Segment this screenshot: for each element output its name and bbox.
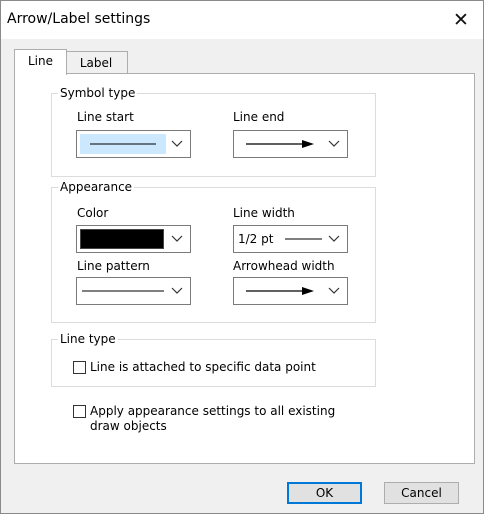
apply-checkbox-label-line1: Apply appearance settings to all existin… (90, 404, 336, 418)
apply-checkbox[interactable] (73, 405, 86, 418)
appearance-group: Appearance Color Line width 1/2 pt Line … (51, 180, 376, 323)
arrow-line-icon (246, 140, 314, 148)
line-start-label: Line start (77, 110, 134, 124)
plain-line-icon (90, 143, 156, 145)
attached-checkbox[interactable] (73, 361, 86, 374)
line-type-group: Line type Line is attached to specific d… (51, 332, 376, 387)
line-start-dropdown[interactable] (76, 130, 191, 158)
line-width-value: 1/2 pt (238, 232, 274, 246)
color-label: Color (77, 206, 109, 220)
apply-checkbox-label-line2: draw objects (90, 419, 167, 433)
solid-line-icon (82, 290, 164, 292)
line-tab-panel: Symbol type Line start Line end Appearan… (14, 73, 475, 464)
chevron-down-icon (326, 282, 342, 300)
dialog-title: Arrow/Label settings (7, 11, 151, 27)
line-start-value (80, 134, 166, 154)
line-pattern-label: Line pattern (77, 259, 150, 273)
ok-button[interactable]: OK (287, 482, 362, 504)
line-end-dropdown[interactable] (233, 130, 348, 158)
arrowhead-width-dropdown[interactable] (233, 277, 348, 305)
line-width-dropdown[interactable]: 1/2 pt (233, 225, 348, 253)
line-pattern-dropdown[interactable] (76, 277, 191, 305)
apply-checkbox-label[interactable]: Apply appearance settings to all existin… (90, 404, 335, 434)
tab-label[interactable]: Label (65, 51, 128, 74)
tab-line[interactable]: Line (14, 49, 67, 75)
line-end-label: Line end (233, 110, 285, 124)
line-sample-icon (285, 238, 322, 240)
title-bar: Arrow/Label settings ✕ (1, 1, 483, 39)
arrowhead-width-label: Arrowhead width (233, 259, 335, 273)
chevron-down-icon (169, 230, 185, 248)
close-icon: ✕ (453, 9, 469, 31)
line-type-title: Line type (58, 332, 118, 346)
color-swatch (80, 229, 164, 249)
arrow-line-icon (246, 287, 314, 295)
cancel-button[interactable]: Cancel (384, 482, 459, 504)
arrowhead-width-value (237, 281, 323, 301)
symbol-type-title: Symbol type (58, 86, 138, 100)
apply-checkbox-row[interactable]: Apply appearance settings to all existin… (73, 404, 335, 434)
chevron-down-icon (169, 135, 185, 153)
attached-checkbox-row[interactable]: Line is attached to specific data point (73, 360, 316, 375)
appearance-title: Appearance (58, 180, 135, 194)
symbol-type-group: Symbol type Line start Line end (51, 86, 376, 177)
line-pattern-value (80, 281, 166, 301)
close-button[interactable]: ✕ (439, 1, 483, 39)
arrow-label-settings-dialog: Arrow/Label settings ✕ Line Label Symbol… (0, 0, 484, 514)
line-width-label: Line width (233, 206, 295, 220)
chevron-down-icon (169, 282, 185, 300)
chevron-down-icon (326, 230, 342, 248)
attached-checkbox-label[interactable]: Line is attached to specific data point (90, 360, 316, 375)
color-dropdown[interactable] (76, 225, 191, 253)
chevron-down-icon (326, 135, 342, 153)
line-end-value (237, 134, 323, 154)
